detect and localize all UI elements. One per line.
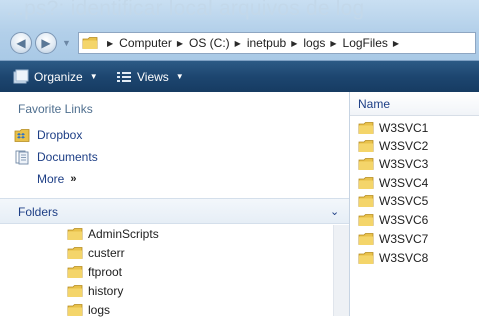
favorite-links-header: Favorite Links — [18, 102, 93, 116]
more-favorites-button[interactable]: More » — [37, 172, 76, 186]
back-button[interactable]: ◀ — [10, 32, 32, 54]
forward-arrow-icon: ▶ — [41, 36, 51, 50]
folders-scrollbar[interactable] — [333, 225, 349, 316]
chevron-down-icon: ▼ — [62, 38, 71, 48]
list-item-label: W3SVC1 — [379, 121, 429, 135]
tree-item-custerr[interactable]: custerr — [67, 246, 125, 260]
folder-icon — [358, 252, 374, 264]
tree-item-logs[interactable]: logs — [67, 303, 110, 317]
list-item[interactable]: W3SVC3 — [358, 157, 428, 171]
tree-item-adminscripts[interactable]: AdminScripts — [67, 227, 159, 241]
list-item[interactable]: W3SVC1 — [358, 121, 428, 135]
chevron-down-icon: ▼ — [89, 72, 98, 81]
views-label: Views — [137, 69, 169, 84]
list-item-label: W3SVC3 — [379, 157, 429, 171]
more-label: More — [37, 172, 65, 186]
favorite-label: Documents — [37, 150, 98, 164]
folder-icon — [358, 233, 374, 245]
breadcrumb-os-c[interactable]: OS (C:) — [189, 36, 230, 50]
folder-icon — [67, 266, 83, 278]
name-column-label: Name — [358, 97, 391, 111]
list-item-label: W3SVC5 — [379, 194, 429, 208]
breadcrumb-separator-icon[interactable]: ▶ — [107, 39, 113, 48]
window-title-faded: ...ps?: identificar local arquivos de lo… — [6, 0, 365, 20]
tree-item-label: history — [88, 284, 124, 298]
chevron-down-icon: ▼ — [175, 72, 184, 81]
command-toolbar: Organize ▼ Views ▼ — [0, 60, 479, 92]
breadcrumb-separator-icon[interactable]: ▶ — [177, 39, 183, 48]
address-bar[interactable]: ▶ Computer ▶ OS (C:) ▶ inetpub ▶ logs ▶ … — [78, 32, 476, 54]
list-item[interactable]: W3SVC2 — [358, 139, 428, 153]
tree-item-label: custerr — [88, 246, 125, 260]
folders-header[interactable]: Folders ⌄ — [0, 198, 349, 224]
tree-item-label: ftproot — [88, 265, 123, 279]
breadcrumb-separator-icon[interactable]: ▶ — [393, 39, 399, 48]
folder-icon — [67, 285, 83, 297]
folder-icon — [67, 247, 83, 259]
double-chevron-right-icon: » — [70, 173, 77, 185]
recent-pages-dropdown[interactable]: ▼ — [62, 37, 72, 49]
folder-icon — [358, 214, 374, 226]
list-item-label: W3SVC6 — [379, 213, 429, 227]
folder-icon — [358, 140, 374, 152]
organize-label: Organize — [34, 69, 83, 84]
organize-icon — [13, 69, 29, 83]
name-column-header[interactable]: Name — [350, 92, 479, 116]
folder-icon — [67, 304, 83, 316]
folder-icon — [67, 228, 83, 240]
list-item-label: W3SVC2 — [379, 139, 429, 153]
list-item[interactable]: W3SVC8 — [358, 251, 428, 265]
list-item[interactable]: W3SVC6 — [358, 213, 428, 227]
tree-item-label: AdminScripts — [88, 227, 159, 241]
chevron-down-icon[interactable]: ⌄ — [330, 205, 339, 218]
tree-item-history[interactable]: history — [67, 284, 123, 298]
list-item-label: W3SVC4 — [379, 176, 429, 190]
file-list-pane: Name W3SVC1 W3SVC2 W3SVC3 W3SVC4 W3SVC5 … — [350, 92, 479, 316]
list-item[interactable]: W3SVC5 — [358, 194, 428, 208]
folders-label: Folders — [18, 205, 59, 219]
folder-icon — [358, 158, 374, 170]
navigation-pane: Favorite Links Dropbox Documents More » … — [0, 92, 350, 317]
views-icon — [117, 71, 131, 82]
list-item[interactable]: W3SVC7 — [358, 232, 428, 246]
forward-button[interactable]: ▶ — [35, 32, 57, 54]
list-item-label: W3SVC7 — [379, 232, 429, 246]
breadcrumb-separator-icon[interactable]: ▶ — [291, 39, 297, 48]
breadcrumb-separator-icon[interactable]: ▶ — [235, 39, 241, 48]
breadcrumb-computer[interactable]: Computer — [119, 36, 172, 50]
favorite-documents[interactable]: Documents — [14, 149, 98, 165]
organize-button[interactable]: Organize ▼ — [12, 61, 98, 92]
favorite-dropbox[interactable]: Dropbox — [14, 127, 82, 143]
tree-item-ftproot[interactable]: ftproot — [67, 265, 122, 279]
breadcrumb-logs[interactable]: logs — [303, 36, 325, 50]
breadcrumb-logfiles[interactable]: LogFiles — [343, 36, 388, 50]
folder-icon — [358, 122, 374, 134]
title-bar: ...ps?: identificar local arquivos de lo… — [0, 0, 479, 60]
folder-icon — [358, 195, 374, 207]
favorite-label: Dropbox — [37, 128, 83, 142]
list-item-label: W3SVC8 — [379, 251, 429, 265]
documents-icon — [15, 150, 29, 165]
folder-icon — [82, 37, 98, 49]
back-arrow-icon: ◀ — [16, 36, 26, 50]
views-button[interactable]: Views ▼ — [115, 61, 184, 92]
tree-item-label: logs — [88, 303, 111, 317]
list-item[interactable]: W3SVC4 — [358, 176, 428, 190]
dropbox-icon — [14, 129, 30, 142]
breadcrumb-separator-icon[interactable]: ▶ — [330, 39, 336, 48]
breadcrumb-inetpub[interactable]: inetpub — [247, 36, 286, 50]
folder-icon — [358, 177, 374, 189]
